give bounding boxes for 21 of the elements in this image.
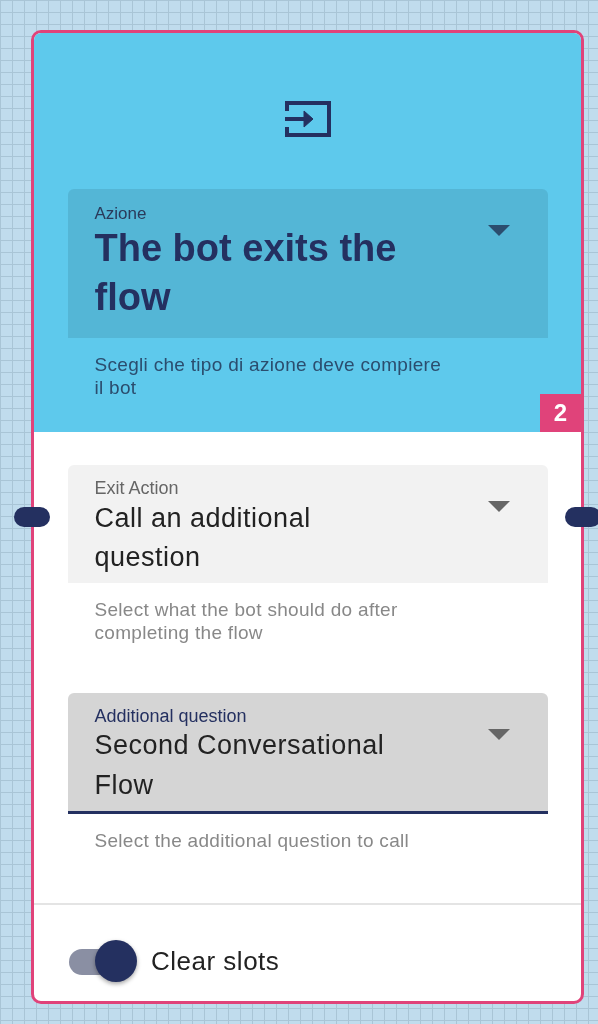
- field-label: Azione: [94, 205, 148, 224]
- toggle-switch[interactable]: [69, 939, 139, 984]
- helper-text: Select the additional question to call: [93, 828, 411, 853]
- caret-icon: [487, 501, 510, 513]
- toggle-label: Clear slots: [151, 946, 280, 978]
- step-number: 2: [540, 394, 581, 432]
- dropdown-field[interactable]: Exit Action Call an additional question: [67, 465, 548, 584]
- field-label: Exit Action: [94, 479, 180, 499]
- field-label: Additional question: [94, 706, 248, 727]
- dropdown-field[interactable]: Azione The bot exits the flow: [67, 189, 548, 339]
- dropdown-field[interactable]: Additional question Second Conversational Flow: [67, 692, 548, 814]
- connector-handle[interactable]: [565, 507, 598, 527]
- caret-icon: [487, 728, 510, 741]
- field-value: Call an additional question: [94, 501, 312, 574]
- caret-icon: [487, 225, 510, 237]
- field-value: Second Conversational Flow: [94, 729, 386, 802]
- field-value: The bot exits the flow: [94, 225, 398, 321]
- helper-text: Scegli che tipo di azione deve compiere il bot: [93, 353, 442, 401]
- helper-text: Select what the bot should do after completing the flow: [93, 598, 399, 645]
- connector-handle[interactable]: [14, 507, 50, 527]
- exit-icon: [282, 99, 333, 139]
